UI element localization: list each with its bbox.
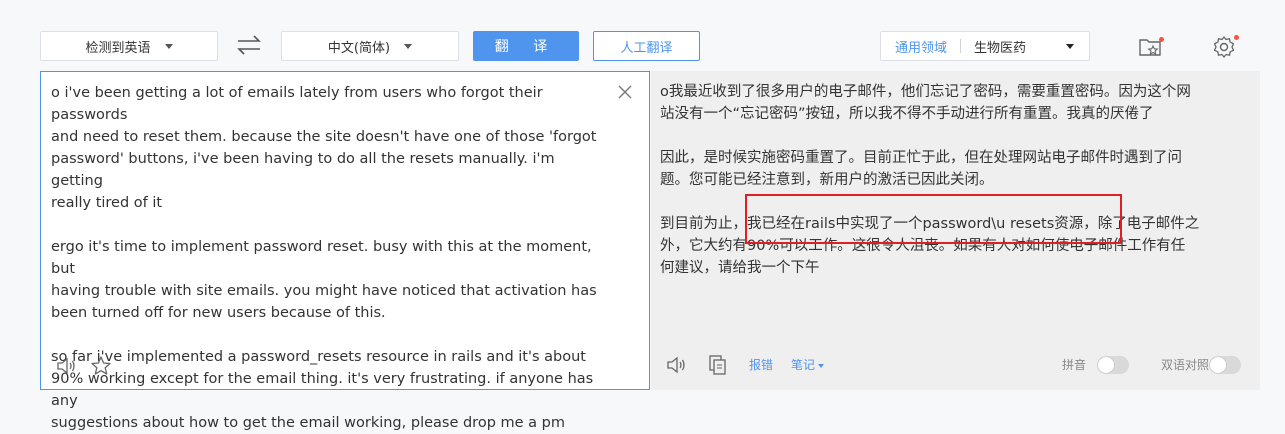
source-language-label: 检测到英语 — [85, 40, 151, 56]
close-icon[interactable] — [617, 84, 633, 100]
source-text[interactable]: o i've been getting a lot of emails late… — [51, 82, 611, 434]
star-icon[interactable] — [90, 355, 112, 377]
report-error-link[interactable]: 报错 — [749, 356, 773, 373]
toggle-knob — [1098, 357, 1114, 373]
notification-dot — [1234, 35, 1239, 40]
domain-select[interactable]: 通用领域 生物医药 — [880, 31, 1090, 61]
notification-dot — [1159, 37, 1164, 42]
speaker-icon[interactable] — [55, 355, 77, 377]
speaker-icon[interactable] — [665, 354, 687, 376]
translation-text: o我最近收到了很多用户的电子邮件，他们忘记了密码，需要重置密码。因为这个网 站没… — [660, 84, 1200, 276]
chevron-down-icon — [1066, 43, 1074, 49]
toggle-knob — [1210, 357, 1226, 373]
notes-label: 笔记 — [791, 358, 816, 372]
pinyin-label: 拼音 — [1062, 358, 1087, 372]
source-language-select[interactable]: 检测到英语 — [40, 31, 218, 61]
chevron-down-icon — [404, 43, 413, 49]
bilingual-toggle[interactable] — [1209, 356, 1241, 374]
human-translate-button[interactable]: 人工翻译 — [593, 31, 700, 61]
chevron-down-icon — [818, 363, 825, 368]
translate-button[interactable]: 翻 译 — [473, 31, 579, 61]
target-language-label: 中文(简体) — [327, 40, 391, 56]
divider — [960, 39, 962, 53]
domain-label: 通用领域 — [895, 40, 948, 56]
domain-value: 生物医药 — [974, 40, 1027, 56]
chevron-down-icon — [164, 43, 173, 49]
toolbar: 检测到英语 中文(简体) 翻 译 人工翻译 通用领域 生物医药 — [0, 0, 1285, 70]
translation-panel: o我最近收到了很多用户的电子邮件，他们忘记了密码，需要重置密码。因为这个网 站没… — [651, 71, 1260, 390]
pinyin-toggle[interactable] — [1097, 356, 1129, 374]
source-text-panel[interactable]: o i've been getting a lot of emails late… — [40, 71, 650, 431]
notes-menu[interactable]: 笔记 — [791, 356, 825, 373]
target-language-select[interactable]: 中文(简体) — [281, 31, 459, 61]
copy-icon[interactable] — [707, 354, 729, 376]
bilingual-label: 双语对照 — [1161, 358, 1210, 372]
swap-icon[interactable] — [234, 34, 264, 56]
